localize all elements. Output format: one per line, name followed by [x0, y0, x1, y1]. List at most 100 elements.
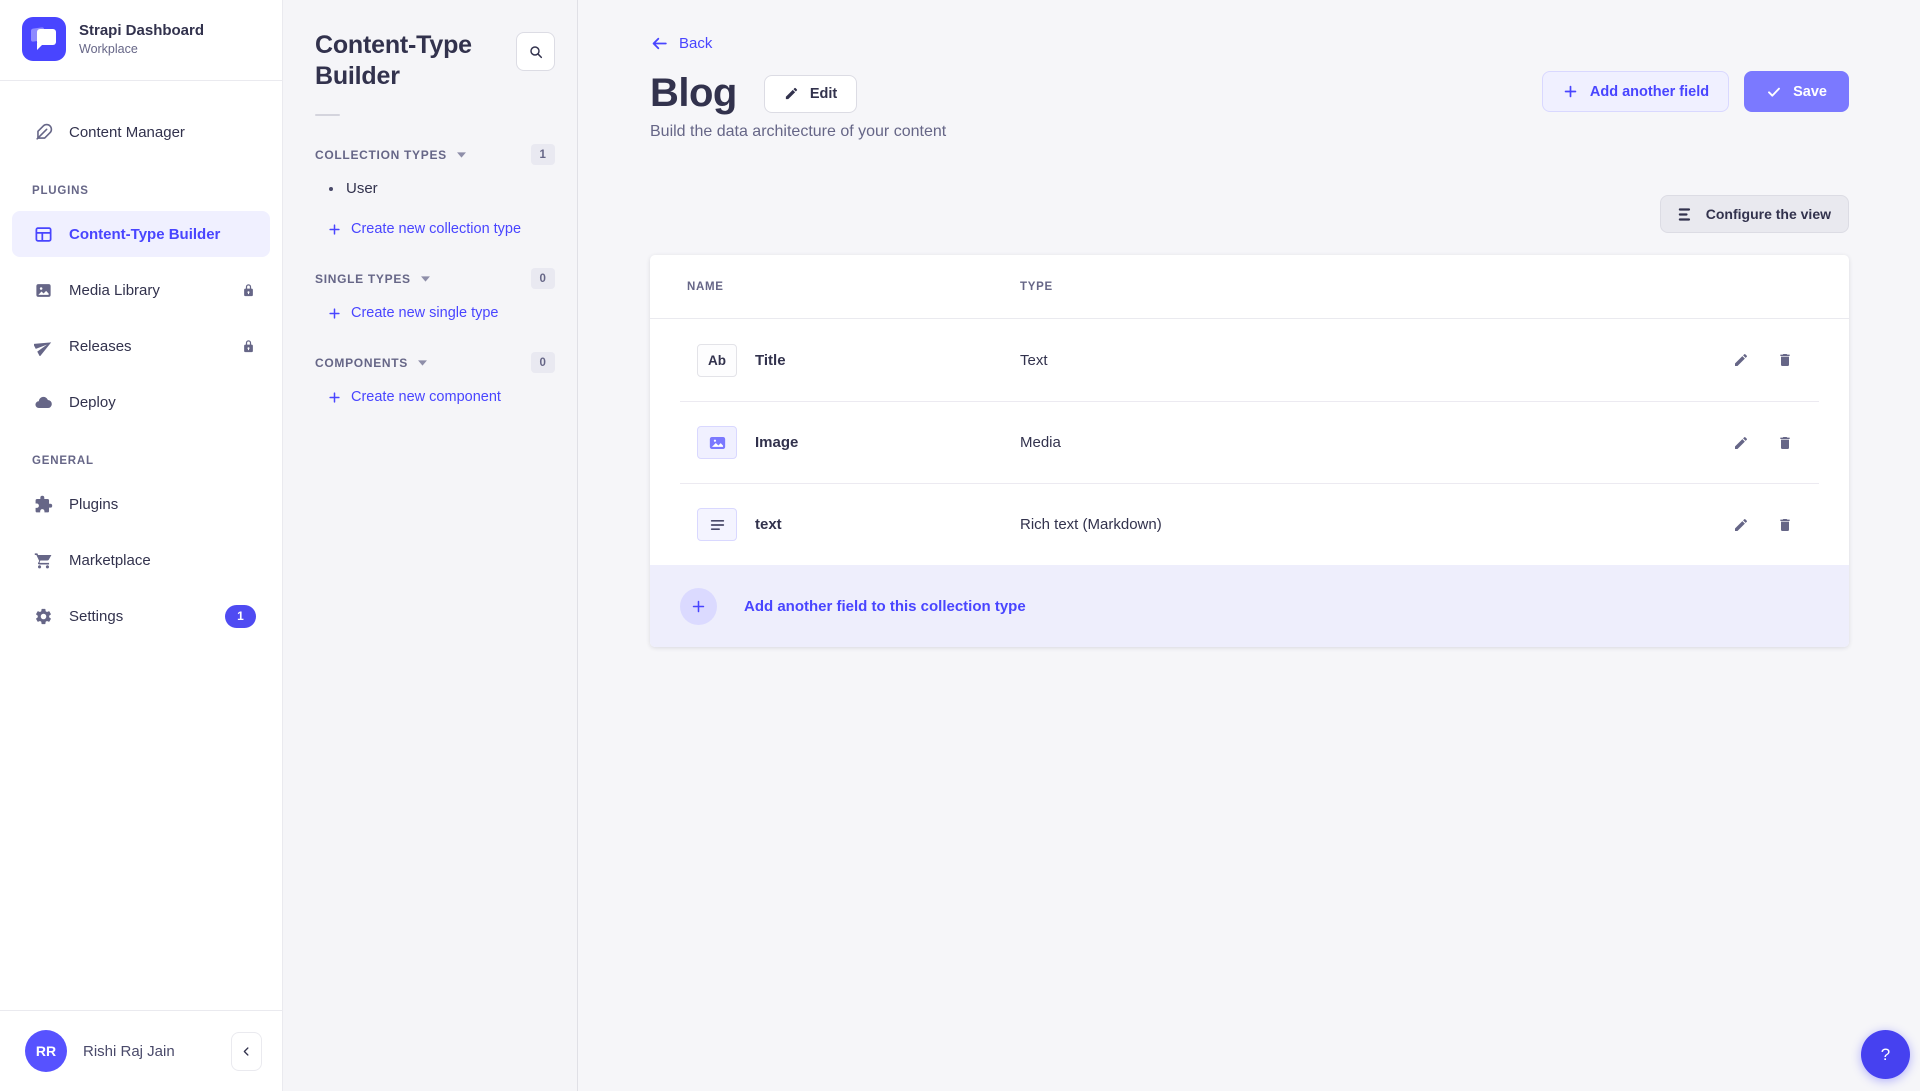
chevron-down-icon	[417, 359, 428, 367]
plus-icon	[680, 588, 717, 625]
create-link-label: Create new single type	[351, 305, 499, 321]
workspace-brand[interactable]: Strapi Dashboard Workplace	[0, 0, 282, 80]
configure-view-label: Configure the view	[1706, 206, 1831, 222]
create-single-type-link[interactable]: Create new single type	[315, 289, 555, 325]
richtext-field-icon	[697, 508, 737, 541]
add-field-label: Add another field	[1590, 84, 1709, 100]
arrow-left-icon	[650, 34, 669, 53]
section-label: SINGLE TYPES	[315, 272, 411, 286]
table-row[interactable]: Ab Title Text	[680, 319, 1819, 401]
lock-icon	[241, 283, 256, 298]
add-field-to-collection-row[interactable]: Add another field to this collection typ…	[650, 565, 1849, 647]
sidebar-item-releases[interactable]: Releases	[12, 323, 270, 369]
fields-table: NAME TYPE Ab Title Text Image Media	[650, 255, 1849, 647]
user-profile-row[interactable]: RR Rishi Raj Jain	[0, 1010, 282, 1091]
field-type: Text	[1020, 352, 1048, 369]
sidebar-collapse-button[interactable]	[231, 1032, 262, 1071]
picture-icon	[32, 281, 54, 300]
edit-pencil-icon	[1733, 352, 1749, 368]
sidebar-section-plugins: PLUGINS	[12, 165, 270, 211]
collection-type-item-user[interactable]: User	[315, 165, 555, 205]
field-name: text	[755, 516, 1020, 533]
search-icon	[528, 44, 544, 60]
collection-type-label: User	[346, 180, 378, 197]
edit-label: Edit	[810, 86, 837, 102]
edit-pencil-icon	[784, 86, 799, 101]
check-icon	[1766, 84, 1782, 100]
cart-icon	[32, 551, 54, 570]
sidebar-item-media-library[interactable]: Media Library	[12, 267, 270, 313]
table-row[interactable]: Image Media	[680, 401, 1819, 483]
sidebar-item-label: Content-Type Builder	[69, 226, 220, 243]
save-button[interactable]: Save	[1744, 71, 1849, 112]
settings-notification-badge: 1	[225, 605, 256, 628]
single-types-count: 0	[531, 268, 555, 289]
create-component-link[interactable]: Create new component	[315, 373, 555, 409]
field-name: Title	[755, 352, 1020, 369]
paper-plane-icon	[32, 337, 54, 356]
create-collection-type-link[interactable]: Create new collection type	[315, 205, 555, 241]
back-label: Back	[679, 35, 712, 52]
settings-lines-icon	[1678, 207, 1695, 222]
column-header-type: TYPE	[1020, 281, 1053, 293]
search-button[interactable]	[516, 32, 555, 71]
sidebar-item-label: Content Manager	[69, 124, 185, 141]
table-row[interactable]: text Rich text (Markdown)	[680, 483, 1819, 565]
divider	[315, 114, 340, 116]
page-subtitle: Build the data architecture of your cont…	[650, 123, 1849, 141]
section-collection-types[interactable]: COLLECTION TYPES 1	[315, 144, 555, 165]
trash-icon	[1777, 352, 1793, 368]
main-content: Back Blog Edit Add another field Save Bu…	[578, 0, 1920, 1091]
layout-grid-icon	[32, 225, 54, 244]
avatar: RR	[25, 1030, 67, 1072]
chevron-down-icon	[456, 151, 467, 159]
configure-view-button[interactable]: Configure the view	[1660, 195, 1849, 233]
text-field-icon: Ab	[697, 344, 737, 377]
edit-pencil-icon	[1733, 435, 1749, 451]
plus-icon	[327, 390, 342, 405]
edit-field-button[interactable]	[1733, 435, 1749, 451]
sidebar-item-label: Plugins	[69, 496, 118, 513]
gear-icon	[32, 607, 54, 626]
content-type-builder-subnav: Content-Type Builder COLLECTION TYPES 1 …	[283, 0, 578, 1091]
sidebar-item-content-manager[interactable]: Content Manager	[12, 109, 270, 155]
plus-icon	[327, 306, 342, 321]
strapi-logo-icon	[22, 17, 66, 61]
create-link-label: Create new collection type	[351, 221, 521, 237]
table-header: NAME TYPE	[650, 255, 1849, 319]
section-single-types[interactable]: SINGLE TYPES 0	[315, 268, 555, 289]
add-another-field-button[interactable]: Add another field	[1542, 71, 1729, 112]
section-components[interactable]: COMPONENTS 0	[315, 352, 555, 373]
sidebar-item-deploy[interactable]: Deploy	[12, 379, 270, 425]
plus-icon	[327, 222, 342, 237]
workspace-title: Strapi Dashboard	[79, 22, 204, 39]
puzzle-icon	[32, 495, 54, 514]
delete-field-button[interactable]	[1777, 352, 1793, 368]
edit-pencil-icon	[1733, 517, 1749, 533]
bullet-icon	[329, 187, 333, 191]
sidebar-item-label: Settings	[69, 608, 123, 625]
cloud-icon	[32, 393, 54, 412]
back-link[interactable]: Back	[650, 34, 712, 53]
edit-button[interactable]: Edit	[764, 75, 857, 113]
sidebar-item-plugins[interactable]: Plugins	[12, 481, 270, 527]
field-type: Rich text (Markdown)	[1020, 516, 1162, 533]
sidebar-item-settings[interactable]: Settings 1	[12, 593, 270, 639]
sidebar-item-label: Deploy	[69, 394, 116, 411]
section-label: COLLECTION TYPES	[315, 148, 447, 162]
edit-field-button[interactable]	[1733, 352, 1749, 368]
trash-icon	[1777, 517, 1793, 533]
workspace-subtitle: Workplace	[79, 42, 204, 56]
components-count: 0	[531, 352, 555, 373]
sidebar-item-label: Marketplace	[69, 552, 151, 569]
column-header-name: NAME	[687, 281, 1020, 293]
delete-field-button[interactable]	[1777, 517, 1793, 533]
sidebar-item-content-type-builder[interactable]: Content-Type Builder	[12, 211, 270, 257]
delete-field-button[interactable]	[1777, 435, 1793, 451]
sidebar-item-marketplace[interactable]: Marketplace	[12, 537, 270, 583]
collection-types-count: 1	[531, 144, 555, 165]
lock-icon	[241, 339, 256, 354]
edit-field-button[interactable]	[1733, 517, 1749, 533]
feather-pen-icon	[32, 123, 54, 142]
help-button[interactable]: ?	[1861, 1030, 1910, 1079]
